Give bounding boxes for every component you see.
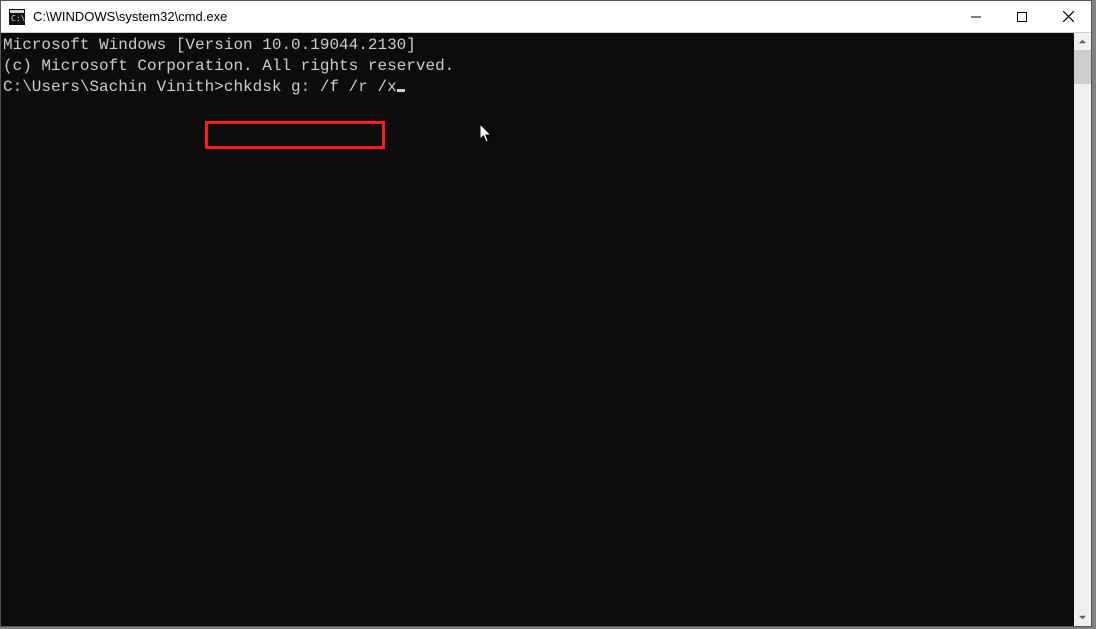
close-button[interactable] bbox=[1045, 1, 1091, 32]
prompt-text: C:\Users\Sachin Vinith> bbox=[3, 78, 224, 96]
scroll-down-button[interactable] bbox=[1074, 609, 1091, 626]
prompt-line: C:\Users\Sachin Vinith>chkdsk g: /f /r /… bbox=[3, 77, 1074, 98]
window-title: C:\WINDOWS\system32\cmd.exe bbox=[33, 9, 227, 24]
banner-line-2: (c) Microsoft Corporation. All rights re… bbox=[3, 56, 1074, 77]
scroll-up-button[interactable] bbox=[1074, 33, 1091, 50]
maximize-button[interactable] bbox=[999, 1, 1045, 32]
client-area: Microsoft Windows [Version 10.0.19044.21… bbox=[1, 33, 1091, 626]
cmd-icon: C:\ bbox=[9, 9, 25, 25]
titlebar[interactable]: C:\ C:\WINDOWS\system32\cmd.exe bbox=[1, 1, 1091, 33]
terminal[interactable]: Microsoft Windows [Version 10.0.19044.21… bbox=[1, 33, 1074, 626]
text-caret bbox=[397, 89, 405, 92]
scroll-thumb[interactable] bbox=[1074, 50, 1091, 84]
window-controls bbox=[953, 1, 1091, 32]
red-highlight-box bbox=[205, 121, 385, 149]
svg-text:C:\: C:\ bbox=[11, 14, 25, 23]
command-text: chkdsk g: /f /r /x bbox=[224, 78, 397, 96]
scroll-track[interactable] bbox=[1074, 50, 1091, 609]
vertical-scrollbar[interactable] bbox=[1074, 33, 1091, 626]
banner-line-1: Microsoft Windows [Version 10.0.19044.21… bbox=[3, 35, 1074, 56]
cmd-window: C:\ C:\WINDOWS\system32\cmd.exe Microsof… bbox=[0, 0, 1092, 627]
minimize-button[interactable] bbox=[953, 1, 999, 32]
